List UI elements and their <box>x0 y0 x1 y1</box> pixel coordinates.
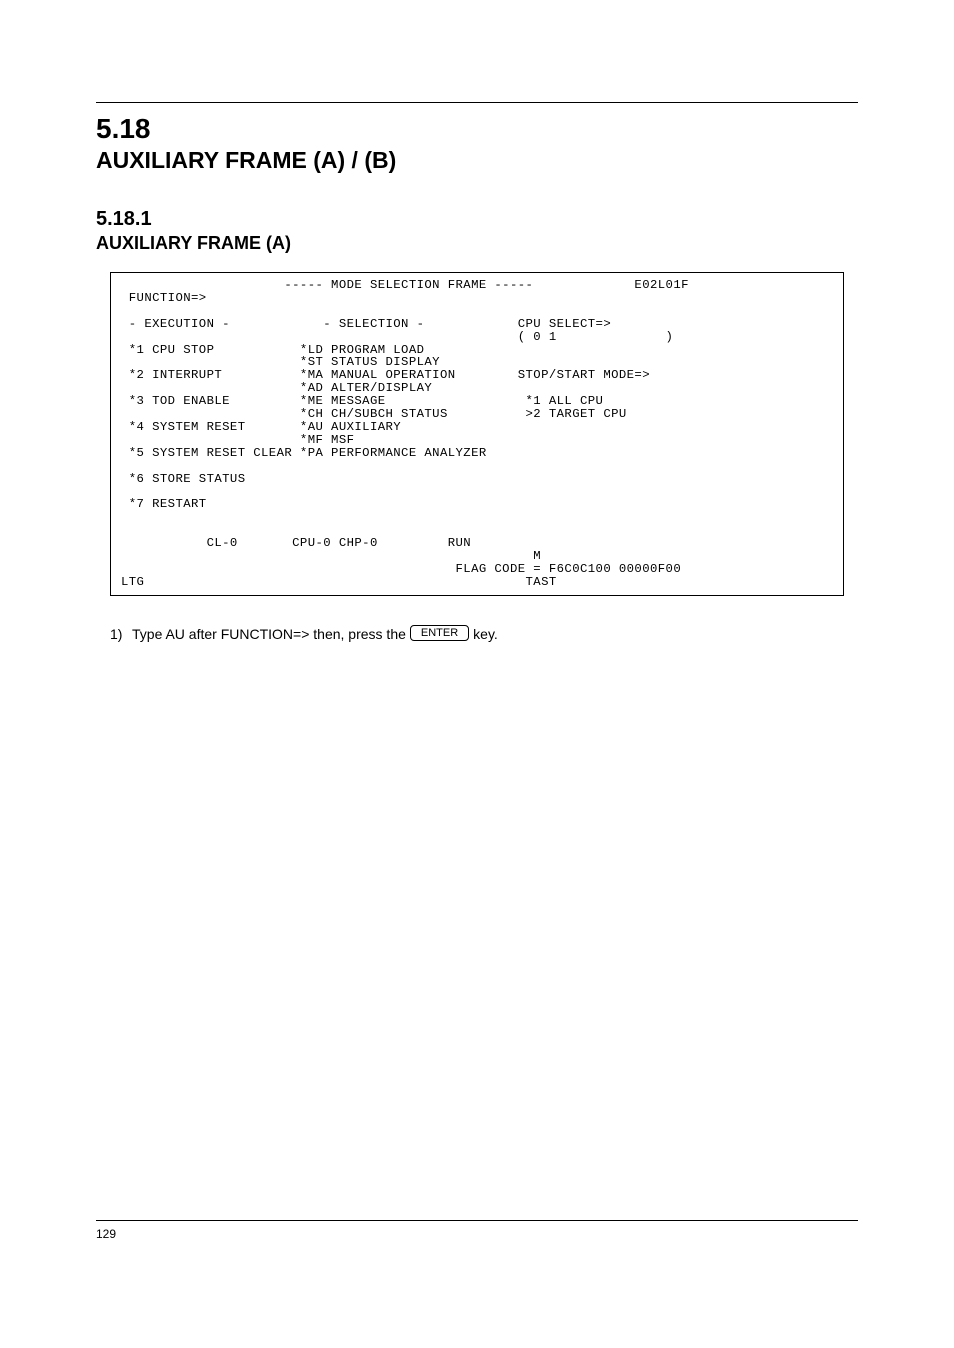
step-number: 1) <box>110 626 132 642</box>
page-number: 129 <box>96 1227 116 1241</box>
page-footer: 129 <box>96 1220 858 1241</box>
section-number: 5.18.1 <box>96 208 858 231</box>
chapter-number: 5.18 <box>96 113 858 145</box>
terminal-content: ----- MODE SELECTION FRAME ----- E02L01F… <box>121 279 833 589</box>
instruction-step: 1) Type AU after FUNCTION=> then, press … <box>110 626 858 642</box>
top-rule <box>96 102 858 103</box>
section-title: AUXILIARY FRAME (A) <box>96 233 858 254</box>
chapter-title: AUXILIARY FRAME (A) / (B) <box>96 147 858 174</box>
instruction-text-after: key. <box>473 626 498 642</box>
enter-keycap: ENTER <box>410 625 469 641</box>
instruction-text-before: Type AU after FUNCTION=> then, press the <box>132 626 406 642</box>
terminal-screenshot: ----- MODE SELECTION FRAME ----- E02L01F… <box>110 272 844 596</box>
